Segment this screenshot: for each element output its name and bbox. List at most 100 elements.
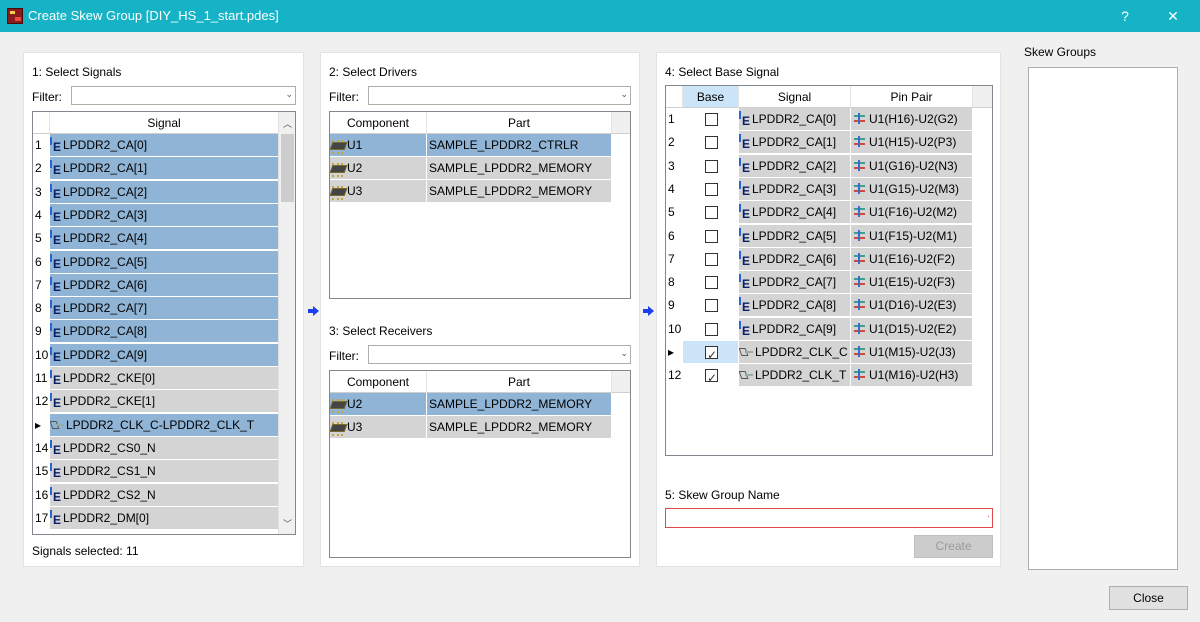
base-checkbox[interactable]	[705, 206, 718, 220]
base-checkbox[interactable]	[705, 113, 718, 126]
signal-row[interactable]: 10 LPDDR2_CA[9]	[33, 343, 279, 367]
signal-cell[interactable]: LPDDR2_CA[3]	[50, 203, 279, 227]
base-row[interactable]: 2 LPDDR2_CA[1] U1(H15)-U2(P3)	[666, 131, 973, 155]
base-row[interactable]: 10 LPDDR2_CA[9] U1(D15)-U2(E2)	[666, 317, 973, 341]
signal-row[interactable]: 12 LPDDR2_CKE[1]	[33, 390, 279, 414]
signal-cell[interactable]: LPDDR2_CS0_N	[50, 436, 279, 460]
receivers-component-header[interactable]: Component	[330, 371, 427, 393]
signal-row[interactable]: 8 LPDDR2_CA[7]	[33, 297, 279, 321]
signal-row[interactable]: 4 LPDDR2_CA[3]	[33, 203, 279, 227]
signal-cell[interactable]: LPDDR2_CA[4]	[739, 201, 851, 225]
signal-cell[interactable]: LPDDR2_CA[6]	[50, 273, 279, 297]
component-cell[interactable]: U2	[330, 393, 427, 416]
base-cell[interactable]	[683, 271, 739, 295]
pin-pair-cell[interactable]: U1(H15)-U2(P3)	[851, 131, 973, 155]
base-column-header[interactable]: Base	[683, 86, 739, 108]
signal-column-header[interactable]: Signal	[739, 86, 851, 108]
base-cell[interactable]	[683, 247, 739, 271]
base-cell[interactable]	[683, 177, 739, 201]
base-checkbox[interactable]	[705, 322, 718, 336]
signal-cell[interactable]: LPDDR2_CA[8]	[739, 294, 851, 318]
signal-cell[interactable]: LPDDR2_CA[2]	[50, 180, 279, 204]
signal-cell[interactable]: LPDDR2_CA[4]	[50, 227, 279, 251]
signal-row[interactable]: 2 LPDDR2_CA[1]	[33, 157, 279, 181]
base-cell[interactable]	[683, 154, 739, 178]
signal-cell[interactable]: LPDDR2_CLK_C-LPDDR2_CLK_T	[50, 413, 279, 437]
signal-cell[interactable]: LPDDR2_CA[5]	[50, 250, 279, 274]
component-row[interactable]: U1 SAMPLE_LPDDR2_CTRLR	[330, 134, 612, 157]
signal-cell[interactable]: LPDDR2_CA[6]	[739, 247, 851, 271]
signal-cell[interactable]: LPDDR2_CS2_N	[50, 483, 279, 507]
component-cell[interactable]: U1	[330, 134, 427, 157]
component-row[interactable]: U3 SAMPLE_LPDDR2_MEMORY	[330, 180, 612, 203]
base-row[interactable]: 1 LPDDR2_CA[0] U1(H16)-U2(G2)	[666, 108, 973, 131]
base-row[interactable]: 12 LPDDR2_CLK_T U1(M16)-U2(H3)	[666, 364, 973, 388]
signal-row[interactable]: 9 LPDDR2_CA[8]	[33, 320, 279, 344]
base-row[interactable]: 4 LPDDR2_CA[3] U1(G15)-U2(M3)	[666, 177, 973, 201]
base-checkbox[interactable]	[705, 276, 718, 290]
drivers-component-header[interactable]: Component	[330, 112, 427, 134]
scroll-thumb[interactable]	[281, 134, 294, 202]
signal-row[interactable]: 17 LPDDR2_DM[0]	[33, 506, 279, 530]
close-button[interactable]: Close	[1109, 586, 1188, 610]
signal-cell[interactable]: LPDDR2_CA[5]	[739, 224, 851, 248]
base-row[interactable]: 7 LPDDR2_CA[6] U1(E16)-U2(F2)	[666, 247, 973, 271]
component-cell[interactable]: U3	[330, 416, 427, 439]
signal-cell[interactable]: LPDDR2_CA[3]	[739, 177, 851, 201]
signal-row[interactable]: 6 LPDDR2_CA[5]	[33, 250, 279, 274]
signal-row[interactable]: ▸ LPDDR2_CLK_C-LPDDR2_CLK_T	[33, 413, 279, 437]
scroll-down-icon[interactable]: ﹀	[279, 516, 295, 533]
signal-cell[interactable]: LPDDR2_CA[8]	[50, 320, 279, 344]
signal-cell[interactable]: LPDDR2_CA[2]	[739, 154, 851, 178]
base-checkbox[interactable]	[705, 252, 718, 266]
help-button[interactable]: ?	[1102, 0, 1148, 32]
signal-row[interactable]: 14 LPDDR2_CS0_N	[33, 436, 279, 460]
part-cell[interactable]: SAMPLE_LPDDR2_MEMORY	[427, 416, 612, 439]
part-cell[interactable]: SAMPLE_LPDDR2_MEMORY	[427, 393, 612, 416]
signal-row[interactable]: 3 LPDDR2_CA[2]	[33, 180, 279, 204]
scroll-up-icon[interactable]: ︿	[279, 116, 295, 133]
signal-cell[interactable]: LPDDR2_CA[9]	[50, 343, 279, 367]
signal-cell[interactable]: LPDDR2_CA[7]	[50, 297, 279, 321]
base-checkbox[interactable]	[705, 367, 718, 386]
signal-cell[interactable]: LPDDR2_CA[7]	[739, 271, 851, 295]
pin-pair-cell[interactable]: U1(G16)-U2(N3)	[851, 154, 973, 178]
base-row[interactable]: 9 LPDDR2_CA[8] U1(D16)-U2(E3)	[666, 294, 973, 318]
signal-cell[interactable]: LPDDR2_CLK_C	[739, 341, 851, 364]
create-button[interactable]: Create	[914, 535, 993, 558]
drivers-filter-combo[interactable]: ⌄	[368, 86, 631, 105]
signal-cell[interactable]: LPDDR2_CKE[1]	[50, 390, 279, 414]
signal-row[interactable]: 1 LPDDR2_CA[0]	[33, 134, 279, 157]
base-checkbox[interactable]	[705, 136, 718, 150]
signal-cell[interactable]: LPDDR2_CA[0]	[739, 108, 851, 131]
base-cell[interactable]	[683, 201, 739, 225]
base-cell[interactable]	[683, 341, 739, 364]
base-cell[interactable]	[683, 224, 739, 248]
base-checkbox[interactable]	[705, 182, 718, 196]
base-row[interactable]: 5 LPDDR2_CA[4] U1(F16)-U2(M2)	[666, 201, 973, 225]
pin-pair-cell[interactable]: U1(M15)-U2(J3)	[851, 341, 973, 364]
part-cell[interactable]: SAMPLE_LPDDR2_CTRLR	[427, 134, 612, 157]
base-cell[interactable]	[683, 364, 739, 388]
pin-pair-cell[interactable]: U1(G15)-U2(M3)	[851, 177, 973, 201]
component-row[interactable]: U2 SAMPLE_LPDDR2_MEMORY	[330, 393, 612, 416]
part-cell[interactable]: SAMPLE_LPDDR2_MEMORY	[427, 180, 612, 203]
signals-scrollbar[interactable]: ︿ ﹀	[278, 112, 295, 534]
component-cell[interactable]: U2	[330, 157, 427, 180]
signal-cell[interactable]: LPDDR2_CA[1]	[50, 157, 279, 181]
pin-pair-cell[interactable]: U1(E16)-U2(F2)	[851, 247, 973, 271]
pin-pair-cell[interactable]: U1(F15)-U2(M1)	[851, 224, 973, 248]
base-checkbox[interactable]	[705, 229, 718, 243]
drivers-part-header[interactable]: Part	[427, 112, 612, 134]
base-cell[interactable]	[683, 108, 739, 131]
pin-pair-cell[interactable]: U1(D16)-U2(E3)	[851, 294, 973, 318]
signal-cell[interactable]: LPDDR2_CA[9]	[739, 317, 851, 341]
close-window-button[interactable]: ✕	[1150, 0, 1196, 32]
component-row[interactable]: U3 SAMPLE_LPDDR2_MEMORY	[330, 416, 612, 439]
signal-row[interactable]: 11 LPDDR2_CKE[0]	[33, 367, 279, 390]
base-row[interactable]: 6 LPDDR2_CA[5] U1(F15)-U2(M1)	[666, 224, 973, 248]
skew-groups-list[interactable]	[1028, 67, 1178, 570]
part-cell[interactable]: SAMPLE_LPDDR2_MEMORY	[427, 157, 612, 180]
signal-row[interactable]: 7 LPDDR2_CA[6]	[33, 273, 279, 297]
component-cell[interactable]: U3	[330, 180, 427, 203]
